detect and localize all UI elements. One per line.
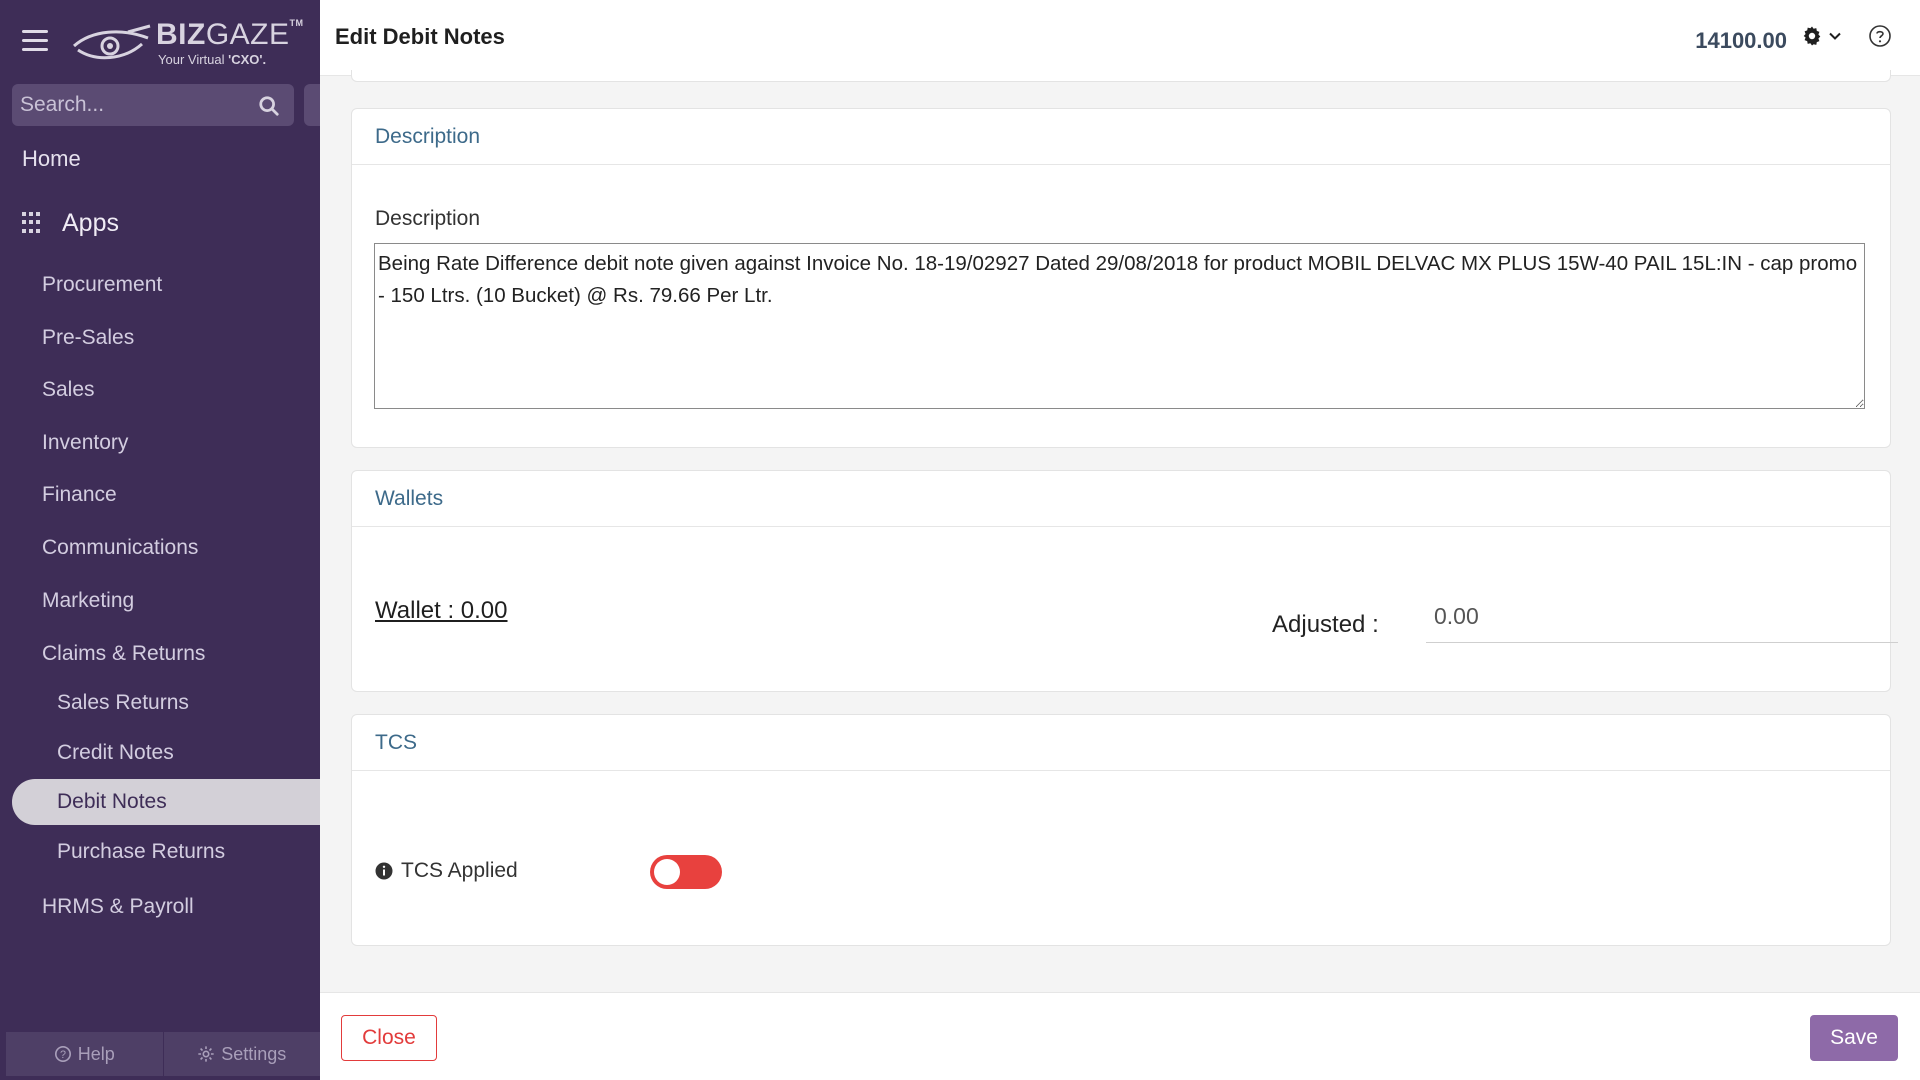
search-input[interactable] <box>20 84 250 126</box>
settings-gear-icon <box>198 1046 214 1062</box>
sidebar-item-debit-notes[interactable]: Debit Notes <box>57 790 167 814</box>
wallet-balance-link[interactable]: Wallet : 0.00 <box>375 597 508 625</box>
main-content: Description Description Being Rate Diffe… <box>320 70 1920 992</box>
sidebar-item-credit-notes[interactable]: Credit Notes <box>57 741 174 765</box>
sidebar-item-hrms-payroll[interactable]: HRMS & Payroll <box>42 895 194 919</box>
help-circle-icon: ? <box>54 1045 71 1063</box>
tcs-applied-row: TCS Applied <box>375 859 518 883</box>
brand-tagline: Your Virtual 'CXO'. <box>158 52 267 67</box>
wallets-section-title: Wallets <box>352 471 1890 527</box>
sidebar-item-sales[interactable]: Sales <box>42 378 95 402</box>
sidebar-item-claims-returns[interactable]: Claims & Returns <box>42 642 205 666</box>
help-label: Help <box>77 1043 115 1064</box>
search-box <box>12 84 294 126</box>
tcs-applied-label: TCS Applied <box>401 859 518 882</box>
page-header: Edit Debit Notes 14100.00 <box>320 0 1920 76</box>
sidebar-item-home[interactable]: Home <box>22 146 81 172</box>
apps-grid-icon <box>22 212 44 234</box>
sidebar-item-finance[interactable]: Finance <box>42 483 117 507</box>
search-options-tab[interactable] <box>304 84 320 126</box>
sidebar-item-marketing[interactable]: Marketing <box>42 589 134 613</box>
sidebar-item-procurement[interactable]: Procurement <box>42 273 162 297</box>
settings-dropdown-button[interactable] <box>1802 26 1842 46</box>
sidebar-item-pre-sales[interactable]: Pre-Sales <box>42 326 134 350</box>
svg-text:?: ? <box>60 1049 66 1061</box>
logo-eye-icon <box>73 24 151 60</box>
sidebar-footer: ? Help Settings <box>6 1032 320 1076</box>
description-textarea[interactable]: Being Rate Difference debit note given a… <box>374 243 1865 409</box>
tcs-applied-toggle[interactable] <box>650 855 722 889</box>
adjusted-label: Adjusted : <box>1272 611 1379 638</box>
description-section-title: Description <box>352 109 1890 165</box>
sidebar-item-communications[interactable]: Communications <box>42 536 198 560</box>
toggle-knob <box>654 859 680 885</box>
wallets-card: Wallets Wallet : 0.00 Adjusted : <box>351 470 1898 692</box>
settings-button[interactable]: Settings <box>164 1032 321 1076</box>
gear-icon <box>1803 26 1821 46</box>
search-icon[interactable] <box>258 95 280 117</box>
adjusted-input[interactable] <box>1426 591 1898 643</box>
action-bar: Close Save <box>320 992 1920 1080</box>
sidebar-item-apps[interactable]: Apps <box>22 208 119 238</box>
description-card: Description Description Being Rate Diffe… <box>351 108 1891 448</box>
brand-logo: BIZGAZETM Your Virtual 'CXO'. <box>72 18 303 68</box>
apps-label: Apps <box>62 208 119 237</box>
brand-name: BIZGAZETM <box>156 18 304 51</box>
previous-card-edge <box>351 70 1891 82</box>
sidebar-item-sales-returns[interactable]: Sales Returns <box>57 691 189 715</box>
total-amount: 14100.00 <box>1695 28 1787 53</box>
help-button[interactable]: ? Help <box>6 1032 164 1076</box>
close-button[interactable]: Close <box>341 1015 437 1061</box>
settings-label: Settings <box>221 1043 287 1064</box>
question-circle-icon[interactable] <box>1868 24 1892 48</box>
save-button[interactable]: Save <box>1810 1015 1898 1061</box>
page-title: Edit Debit Notes <box>335 24 505 49</box>
info-icon <box>375 862 393 880</box>
sidebar: BIZGAZETM Your Virtual 'CXO'. Home Apps … <box>0 0 320 1080</box>
hamburger-icon[interactable] <box>22 30 48 52</box>
description-field-label: Description <box>375 207 481 230</box>
tcs-section-title: TCS <box>352 715 1890 771</box>
sidebar-item-inventory[interactable]: Inventory <box>42 431 128 455</box>
tcs-card: TCS TCS Applied <box>351 714 1891 946</box>
sidebar-item-purchase-returns[interactable]: Purchase Returns <box>57 840 225 864</box>
chevron-down-icon <box>1829 32 1841 40</box>
